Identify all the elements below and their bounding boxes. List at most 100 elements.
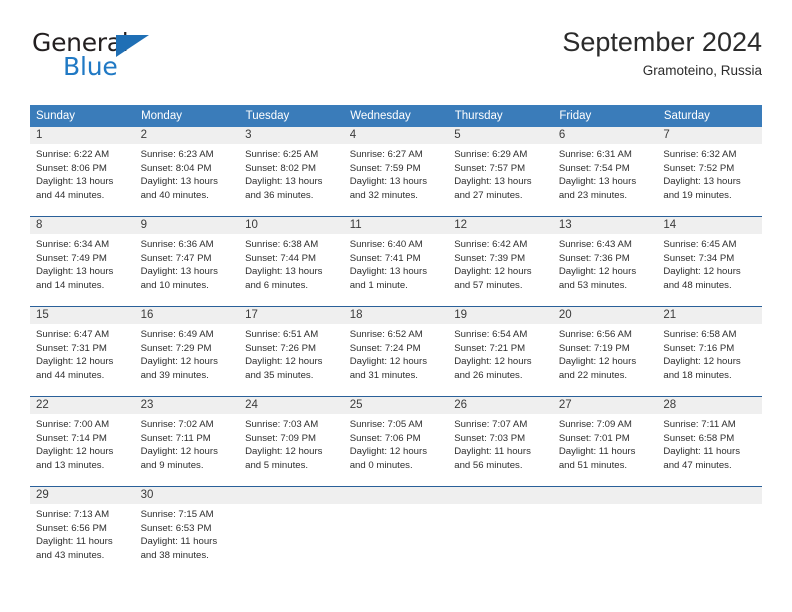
day-cell[interactable]: 29 Sunrise: 7:13 AM Sunset: 6:56 PM Dayl… — [30, 486, 135, 576]
day-cell[interactable]: 8 Sunrise: 6:34 AM Sunset: 7:49 PM Dayli… — [30, 216, 135, 307]
sunrise-text: Sunrise: 7:07 AM — [454, 419, 528, 430]
day-details: Sunrise: 6:32 AM Sunset: 7:52 PM Dayligh… — [662, 144, 757, 202]
sunset-text: Sunset: 7:09 PM — [245, 432, 317, 444]
daylight-text-line1: Daylight: 11 hours — [454, 446, 531, 458]
weekday-header-saturday: Saturday — [657, 105, 763, 127]
sunset-text: Sunset: 8:02 PM — [245, 162, 317, 174]
daylight-text-line2: and 13 minutes. — [36, 459, 105, 471]
day-cell[interactable]: 23 Sunrise: 7:02 AM Sunset: 7:11 PM Dayl… — [134, 396, 240, 487]
daylight-text-line2: and 56 minutes. — [454, 459, 523, 471]
general-blue-logo[interactable]: General Blue — [30, 28, 270, 90]
day-cell[interactable]: 14 Sunrise: 6:45 AM Sunset: 7:34 PM Dayl… — [657, 216, 762, 307]
day-cell[interactable]: 18 Sunrise: 6:52 AM Sunset: 7:24 PM Dayl… — [343, 306, 449, 397]
sunrise-text: Sunrise: 6:45 AM — [663, 239, 737, 250]
day-cell[interactable]: 13 Sunrise: 6:43 AM Sunset: 7:36 PM Dayl… — [552, 216, 658, 307]
sunrise-text: Sunrise: 6:54 AM — [454, 329, 528, 340]
daylight-text-line1: Daylight: 12 hours — [349, 356, 428, 368]
sunrise-text: Sunrise: 7:05 AM — [349, 419, 423, 430]
sunset-text: Sunset: 7:47 PM — [140, 252, 212, 264]
daylight-text-line2: and 51 minutes. — [558, 459, 628, 471]
day-details: Sunrise: 6:52 AM Sunset: 7:24 PM Dayligh… — [349, 324, 444, 382]
day-cell-empty — [448, 486, 553, 576]
sunset-text: Sunset: 7:03 PM — [454, 432, 526, 444]
sunrise-text: Sunrise: 7:09 AM — [558, 419, 632, 430]
day-number: 3 — [239, 127, 344, 144]
day-details: Sunrise: 7:05 AM Sunset: 7:06 PM Dayligh… — [349, 414, 444, 472]
day-cell[interactable]: 5 Sunrise: 6:29 AM Sunset: 7:57 PM Dayli… — [448, 127, 553, 217]
day-number: 12 — [448, 217, 553, 234]
daylight-text-line2: and 5 minutes. — [245, 459, 309, 471]
daylight-text-line1: Daylight: 11 hours — [36, 536, 113, 548]
day-cell[interactable]: 3 Sunrise: 6:25 AM Sunset: 8:02 PM Dayli… — [239, 127, 344, 217]
day-cell[interactable]: 26 Sunrise: 7:07 AM Sunset: 7:03 PM Dayl… — [448, 396, 553, 487]
day-cell[interactable]: 25 Sunrise: 7:05 AM Sunset: 7:06 PM Dayl… — [343, 396, 449, 487]
day-number: 4 — [343, 127, 449, 144]
daylight-text-line2: and 9 minutes. — [140, 459, 204, 471]
day-details: Sunrise: 7:03 AM Sunset: 7:09 PM Dayligh… — [244, 414, 339, 472]
day-number: 2 — [134, 127, 240, 144]
weekday-header-sunday: Sunday — [30, 105, 136, 127]
day-number: 15 — [30, 307, 135, 324]
daylight-text-line1: Daylight: 12 hours — [558, 266, 637, 278]
day-cell[interactable]: 28 Sunrise: 7:11 AM Sunset: 6:58 PM Dayl… — [657, 396, 762, 487]
day-cell[interactable]: 21 Sunrise: 6:58 AM Sunset: 7:16 PM Dayl… — [657, 306, 762, 397]
sunrise-text: Sunrise: 6:27 AM — [349, 149, 423, 160]
day-details: Sunrise: 6:34 AM Sunset: 7:49 PM Dayligh… — [35, 234, 130, 292]
day-cell[interactable]: 27 Sunrise: 7:09 AM Sunset: 7:01 PM Dayl… — [552, 396, 658, 487]
day-number — [448, 487, 553, 504]
daylight-text-line1: Daylight: 13 hours — [454, 176, 532, 188]
sunrise-text: Sunrise: 6:42 AM — [454, 239, 528, 250]
day-cell[interactable]: 6 Sunrise: 6:31 AM Sunset: 7:54 PM Dayli… — [552, 127, 658, 217]
day-cell[interactable]: 11 Sunrise: 6:40 AM Sunset: 7:41 PM Dayl… — [343, 216, 449, 307]
logo-triangle-icon — [116, 35, 149, 57]
day-details: Sunrise: 6:22 AM Sunset: 8:06 PM Dayligh… — [35, 144, 130, 202]
day-details: Sunrise: 7:13 AM Sunset: 6:56 PM Dayligh… — [35, 504, 130, 562]
day-cell[interactable]: 9 Sunrise: 6:36 AM Sunset: 7:47 PM Dayli… — [134, 216, 240, 307]
day-details: Sunrise: 7:07 AM Sunset: 7:03 PM Dayligh… — [453, 414, 548, 472]
day-cell[interactable]: 22 Sunrise: 7:00 AM Sunset: 7:14 PM Dayl… — [30, 396, 135, 487]
sunrise-text: Sunrise: 6:32 AM — [663, 149, 737, 160]
sunset-text: Sunset: 7:14 PM — [36, 432, 107, 444]
day-cell[interactable]: 24 Sunrise: 7:03 AM Sunset: 7:09 PM Dayl… — [239, 396, 344, 487]
daylight-text-line1: Daylight: 13 hours — [245, 266, 323, 278]
sunrise-text: Sunrise: 6:36 AM — [140, 239, 214, 250]
sunrise-text: Sunrise: 6:56 AM — [558, 329, 632, 340]
daylight-text-line1: Daylight: 13 hours — [140, 176, 218, 188]
day-details: Sunrise: 6:47 AM Sunset: 7:31 PM Dayligh… — [35, 324, 130, 382]
weekday-header-friday: Friday — [552, 105, 658, 127]
weekday-header-monday: Monday — [134, 105, 240, 127]
day-details: Sunrise: 6:49 AM Sunset: 7:29 PM Dayligh… — [140, 324, 235, 382]
day-number: 10 — [239, 217, 344, 234]
sunrise-text: Sunrise: 7:11 AM — [663, 419, 736, 430]
daylight-text-line1: Daylight: 12 hours — [349, 446, 428, 458]
day-cell[interactable]: 12 Sunrise: 6:42 AM Sunset: 7:39 PM Dayl… — [448, 216, 553, 307]
day-cell[interactable]: 16 Sunrise: 6:49 AM Sunset: 7:29 PM Dayl… — [134, 306, 240, 397]
day-cell[interactable]: 1 Sunrise: 6:22 AM Sunset: 8:06 PM Dayli… — [30, 127, 135, 217]
day-cell-empty — [239, 486, 344, 576]
day-cell[interactable]: 15 Sunrise: 6:47 AM Sunset: 7:31 PM Dayl… — [30, 306, 135, 397]
day-cell[interactable]: 10 Sunrise: 6:38 AM Sunset: 7:44 PM Dayl… — [239, 216, 344, 307]
sunset-text: Sunset: 7:26 PM — [245, 342, 317, 354]
daylight-text-line1: Daylight: 11 hours — [558, 446, 636, 458]
sunrise-text: Sunrise: 6:52 AM — [349, 329, 423, 340]
day-number: 24 — [239, 397, 344, 414]
day-number: 22 — [30, 397, 135, 414]
day-cell[interactable]: 19 Sunrise: 6:54 AM Sunset: 7:21 PM Dayl… — [448, 306, 553, 397]
day-number: 16 — [134, 307, 240, 324]
day-details: Sunrise: 6:31 AM Sunset: 7:54 PM Dayligh… — [558, 144, 653, 202]
day-number: 21 — [657, 307, 762, 324]
day-number: 19 — [448, 307, 553, 324]
daylight-text-line1: Daylight: 11 hours — [663, 446, 740, 458]
weekday-header-wednesday: Wednesday — [343, 105, 449, 127]
day-cell[interactable]: 4 Sunrise: 6:27 AM Sunset: 7:59 PM Dayli… — [343, 127, 449, 217]
sunset-text: Sunset: 7:36 PM — [558, 252, 630, 264]
day-cell[interactable]: 20 Sunrise: 6:56 AM Sunset: 7:19 PM Dayl… — [552, 306, 658, 397]
sunset-text: Sunset: 7:52 PM — [663, 162, 735, 174]
day-cell[interactable]: 30 Sunrise: 7:15 AM Sunset: 6:53 PM Dayl… — [134, 486, 240, 576]
day-cell[interactable]: 2 Sunrise: 6:23 AM Sunset: 8:04 PM Dayli… — [134, 127, 240, 217]
daylight-text-line1: Daylight: 13 hours — [349, 176, 428, 188]
daylight-text-line2: and 6 minutes. — [245, 279, 309, 291]
day-cell[interactable]: 17 Sunrise: 6:51 AM Sunset: 7:26 PM Dayl… — [239, 306, 344, 397]
day-cell[interactable]: 7 Sunrise: 6:32 AM Sunset: 7:52 PM Dayli… — [657, 127, 762, 217]
sunset-text: Sunset: 7:29 PM — [140, 342, 212, 354]
